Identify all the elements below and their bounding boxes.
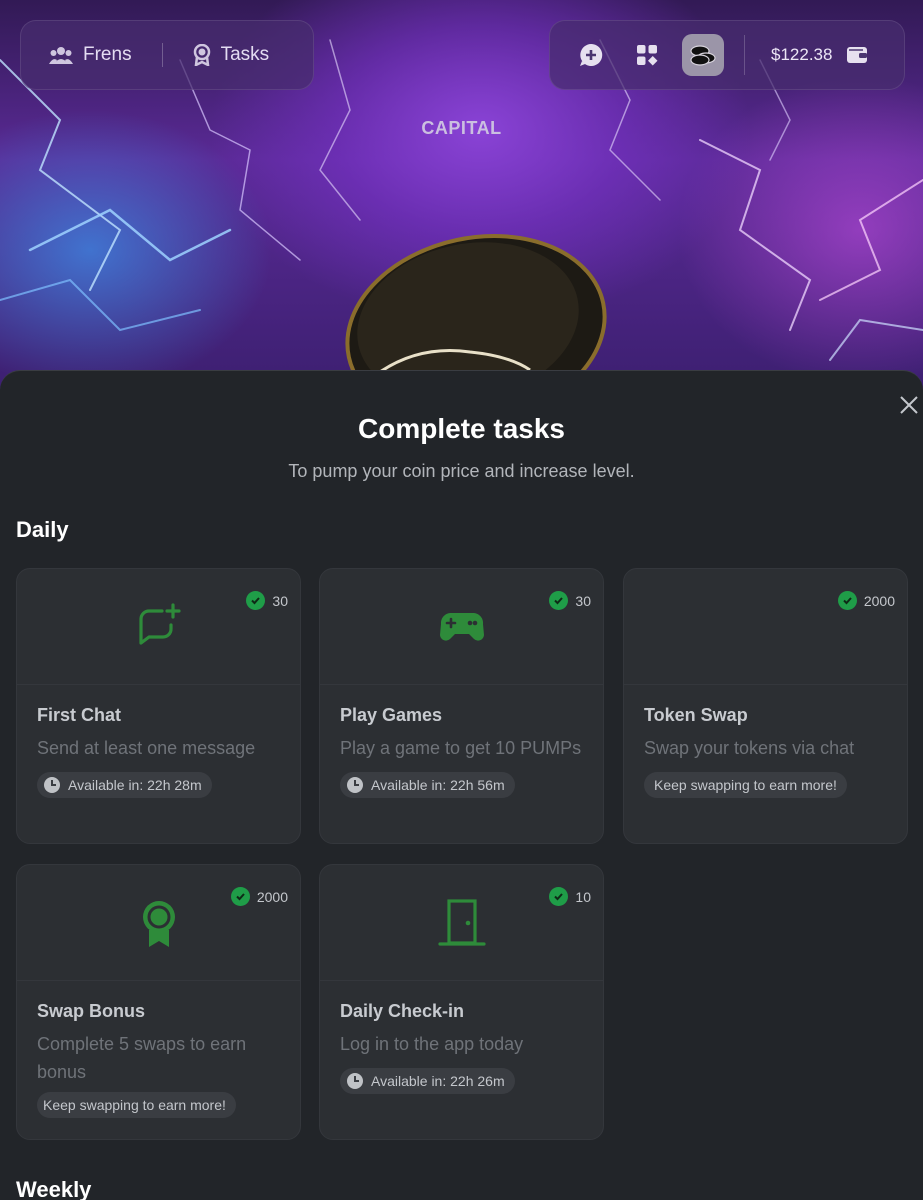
award-icon <box>193 44 210 66</box>
task-availability-badge: Available in: 22h 28m <box>37 772 212 798</box>
nav-tasks-button[interactable]: Tasks <box>193 44 270 66</box>
nav-pill: Frens Tasks <box>20 20 314 90</box>
task-reward-value: 30 <box>272 592 288 609</box>
task-card-token-swap[interactable]: 2000 Token Swap Swap your tokens via cha… <box>623 568 908 844</box>
balance-value: $122.38 <box>771 45 833 64</box>
hero-banner: Frens Tasks $122.38 CAPITAL <box>0 0 923 400</box>
task-reward-value: 10 <box>575 888 591 905</box>
clock-icon <box>347 1073 363 1089</box>
wallet-balance-button[interactable]: $122.38 <box>771 45 868 65</box>
sheet-subtitle: To pump your coin price and increase lev… <box>288 461 635 481</box>
task-reward: 10 <box>549 887 591 906</box>
task-card-play-games[interactable]: 30 Play Games Play a game to get 10 PUMP… <box>319 568 604 844</box>
toolbar-pill: $122.38 <box>549 20 905 90</box>
clock-icon <box>347 777 363 793</box>
users-icon <box>49 47 73 64</box>
task-description: Swap your tokens via chat <box>644 738 855 758</box>
check-icon <box>549 591 569 610</box>
task-availability-badge: Available in: 22h 26m <box>340 1068 515 1094</box>
task-reward: 2000 <box>230 887 288 906</box>
coin-label: CAPITAL <box>421 118 502 138</box>
nav-tasks-label: Tasks <box>220 44 270 65</box>
task-description: Complete 5 swaps to earn bonus <box>37 1034 247 1082</box>
task-card-first-chat[interactable]: 30 First Chat Send at least one message … <box>16 568 301 844</box>
coins-icon <box>690 45 716 66</box>
task-title: Play Games <box>340 705 443 725</box>
toolbar-divider <box>744 35 745 75</box>
task-status-badge: Keep swapping to earn more! <box>644 772 847 798</box>
task-title: First Chat <box>37 705 122 725</box>
task-status-text: Keep swapping to earn more! <box>43 1097 226 1113</box>
door-icon <box>437 899 486 946</box>
check-icon <box>246 591 266 610</box>
section-daily-heading: Daily <box>16 517 69 542</box>
task-availability-badge: Available in: 22h 56m <box>340 772 515 798</box>
sheet-title: Complete tasks <box>358 413 565 444</box>
nav-frens-label: Frens <box>83 44 132 65</box>
tasks-sheet: Complete tasks To pump your coin price a… <box>0 370 923 1200</box>
task-status-badge: Keep swapping to earn more! <box>37 1092 236 1118</box>
gamepad-icon <box>439 613 484 641</box>
chat-plus-icon <box>138 603 181 645</box>
wallet-icon <box>847 47 868 63</box>
task-availability-text: Available in: 22h 28m <box>68 777 202 793</box>
apps-grid-icon <box>637 45 658 66</box>
task-reward: 2000 <box>837 591 895 610</box>
chat-button[interactable] <box>570 34 612 76</box>
task-reward: 30 <box>246 591 288 610</box>
task-availability-text: Available in: 22h 56m <box>371 777 505 793</box>
task-reward-value: 2000 <box>256 888 288 905</box>
ribbon-icon <box>142 901 175 947</box>
task-title: Daily Check-in <box>340 1001 465 1021</box>
chat-plus-icon <box>580 43 603 66</box>
coins-button[interactable] <box>682 34 724 76</box>
task-card-daily-check-in[interactable]: 10 Daily Check-in Log in to the app toda… <box>319 864 604 1140</box>
check-icon <box>549 887 569 906</box>
clock-icon <box>44 777 60 793</box>
apps-button[interactable] <box>626 34 668 76</box>
task-title: Token Swap <box>644 705 748 725</box>
task-reward: 30 <box>549 591 591 610</box>
nav-divider <box>161 43 163 67</box>
check-icon <box>837 591 857 610</box>
task-description: Send at least one message <box>37 738 256 758</box>
task-title: Swap Bonus <box>37 1001 146 1021</box>
task-description: Play a game to get 10 PUMPs <box>340 738 582 758</box>
check-icon <box>230 887 250 906</box>
nav-frens-button[interactable]: Frens <box>49 44 132 66</box>
task-description: Log in to the app today <box>340 1034 524 1054</box>
task-reward-value: 30 <box>575 592 591 609</box>
task-status-text: Keep swapping to earn more! <box>654 777 837 793</box>
task-availability-text: Available in: 22h 26m <box>371 1073 505 1089</box>
section-weekly-heading: Weekly <box>16 1177 92 1200</box>
task-reward-value: 2000 <box>863 592 895 609</box>
task-card-swap-bonus[interactable]: 2000 Swap Bonus Complete 5 swaps to earn… <box>16 864 301 1140</box>
